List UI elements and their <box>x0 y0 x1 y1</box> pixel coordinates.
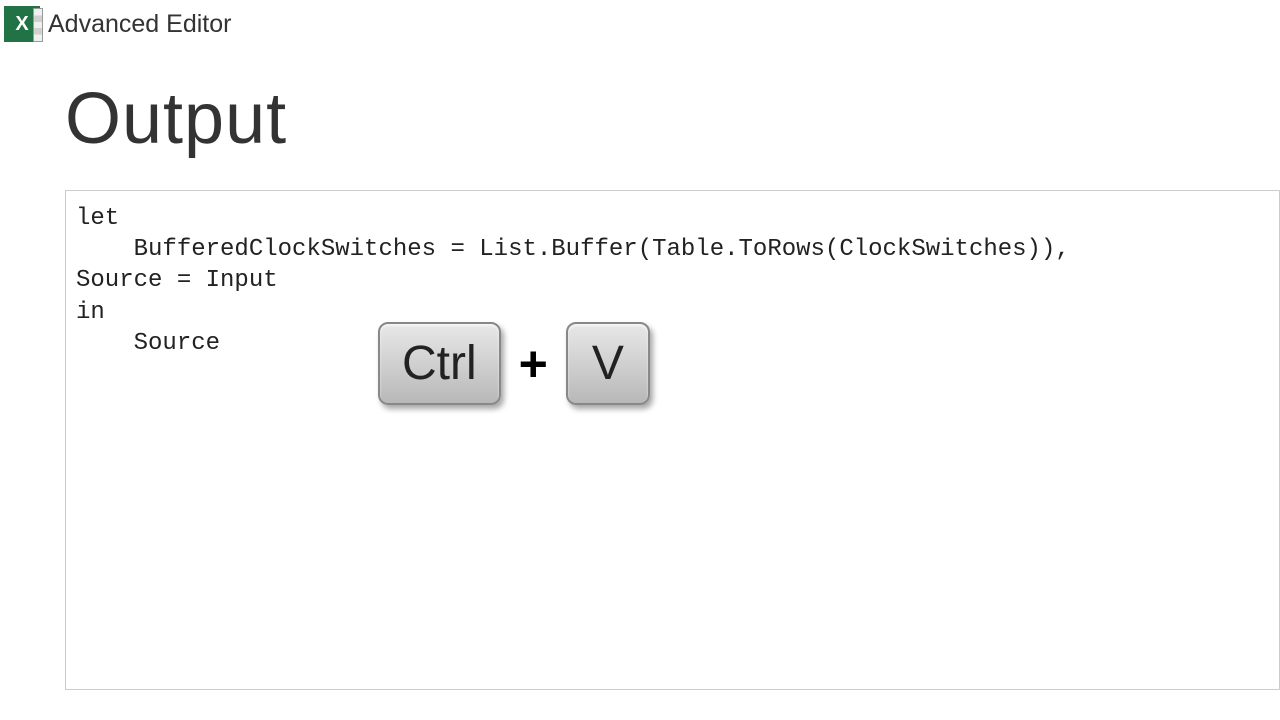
window-title: Advanced Editor <box>48 10 231 39</box>
excel-icon: X <box>4 6 40 42</box>
ctrl-key: Ctrl <box>378 322 501 405</box>
v-key: V <box>566 322 650 405</box>
excel-icon-letter: X <box>15 13 28 36</box>
title-bar: X Advanced Editor <box>0 0 1280 48</box>
plus-sign: + <box>519 335 548 393</box>
query-name-label: Output <box>65 78 1280 160</box>
code-editor[interactable]: let BufferedClockSwitches = List.Buffer(… <box>65 190 1280 690</box>
keyboard-shortcut-overlay: Ctrl + V <box>378 322 650 405</box>
